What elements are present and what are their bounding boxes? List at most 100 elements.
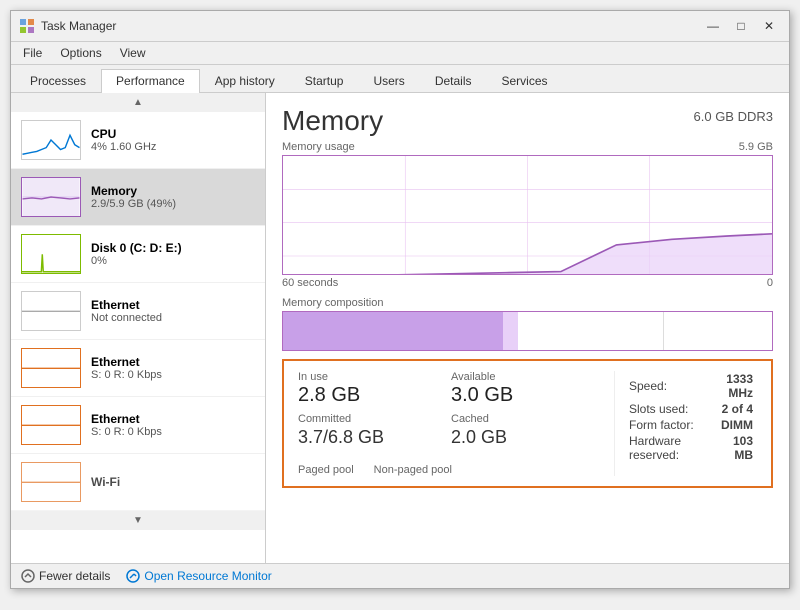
scroll-up-arrow[interactable]: ▲ [11,93,265,112]
tab-users[interactable]: Users [358,69,419,92]
close-button[interactable]: ✕ [757,17,781,35]
available-label: Available [451,371,604,383]
disk-sub: 0% [91,255,255,267]
comp-modified [503,312,518,350]
sidebar-item-ethernet1[interactable]: Ethernet Not connected [11,283,265,340]
memory-composition-section: Memory composition [282,297,773,351]
comp-in-use [283,312,503,350]
fewer-details-button[interactable]: Fewer details [21,569,110,583]
chart-time-row: 60 seconds 0 [282,277,773,289]
tab-performance[interactable]: Performance [101,69,200,93]
cached-value: 2.0 GB [451,425,604,450]
ethernet2-name: Ethernet [91,355,255,369]
disk-thumbnail [21,234,81,274]
in-use-label: In use [298,371,451,383]
stat-right: Speed: 1333 MHz Slots used: 2 of 4 Form … [614,371,757,476]
ethernet2-info: Ethernet S: 0 R: 0 Kbps [91,355,255,381]
sidebar-item-cpu[interactable]: CPU 4% 1.60 GHz [11,112,265,169]
stat-cached: Cached 2.0 GB [451,413,604,450]
memory-usage-label: Memory usage [282,141,355,153]
sidebar: ▲ CPU 4% 1.60 GHz [11,93,266,563]
title-bar-left: Task Manager [19,18,116,34]
speed-value: 1333 MHz [707,371,757,401]
panel-title: Memory [282,105,383,137]
ethernet1-name: Ethernet [91,298,255,312]
scroll-down-arrow[interactable]: ▼ [11,511,265,530]
sidebar-item-memory[interactable]: Memory 2.9/5.9 GB (49%) [11,169,265,226]
composition-bar [282,311,773,351]
main-panel: Memory 6.0 GB DDR3 Memory usage 5.9 GB [266,93,789,563]
available-value: 3.0 GB [451,383,604,407]
ethernet1-info: Ethernet Not connected [91,298,255,324]
resource-monitor-label: Open Resource Monitor [144,569,271,583]
content-area: ▲ CPU 4% 1.60 GHz [11,93,789,563]
chart-label-row: Memory usage 5.9 GB [282,141,773,153]
cpu-thumbnail [21,120,81,160]
ethernet3-sub: S: 0 R: 0 Kbps [91,426,255,438]
cached-label: Cached [451,413,604,425]
resource-monitor-icon [126,569,140,583]
speed-label: Speed: [625,371,707,401]
app-icon [19,18,35,34]
stat-pools: Paged pool Non-paged pool [298,460,604,476]
open-resource-monitor-button[interactable]: Open Resource Monitor [126,569,271,583]
tab-app-history[interactable]: App history [200,69,290,92]
tab-bar: Processes Performance App history Startu… [11,65,789,93]
right-stats-table: Speed: 1333 MHz Slots used: 2 of 4 Form … [625,371,757,463]
stat-committed: Committed 3.7/6.8 GB [298,413,451,450]
ethernet3-info: Ethernet S: 0 R: 0 Kbps [91,412,255,438]
bottom-bar: Fewer details Open Resource Monitor [11,563,789,588]
title-bar: Task Manager — □ ✕ [11,11,789,42]
memory-usage-chart-section: Memory usage 5.9 GB [282,141,773,289]
memory-sub: 2.9/5.9 GB (49%) [91,198,255,210]
tab-startup[interactable]: Startup [290,69,359,92]
menu-bar: File Options View [11,42,789,65]
slots-label: Slots used: [625,401,707,417]
chart-time-left: 60 seconds [282,277,338,289]
cpu-sub: 4% 1.60 GHz [91,141,255,153]
memory-thumbnail [21,177,81,217]
hw-reserved-value: 103 MB [707,433,757,463]
fewer-details-icon [21,569,35,583]
stats-box: In use 2.8 GB Available 3.0 GB Speed: 13… [282,359,773,488]
composition-label: Memory composition [282,297,773,309]
cpu-info: CPU 4% 1.60 GHz [91,127,255,153]
tab-services[interactable]: Services [487,69,563,92]
committed-label: Committed [298,413,451,425]
wifi-info: Wi-Fi [91,475,255,489]
sidebar-item-disk[interactable]: Disk 0 (C: D: E:) 0% [11,226,265,283]
memory-name: Memory [91,184,255,198]
memory-info: Memory 2.9/5.9 GB (49%) [91,184,255,210]
panel-header: Memory 6.0 GB DDR3 [282,105,773,137]
menu-options[interactable]: Options [52,44,109,62]
memory-usage-chart [282,155,773,275]
fewer-details-label: Fewer details [39,569,110,583]
ethernet2-sub: S: 0 R: 0 Kbps [91,369,255,381]
sidebar-item-ethernet3[interactable]: Ethernet S: 0 R: 0 Kbps [11,397,265,454]
wifi-thumbnail [21,462,81,502]
tab-details[interactable]: Details [420,69,487,92]
paged-pool-label: Paged pool [298,464,354,476]
form-label: Form factor: [625,417,707,433]
stat-available: Available 3.0 GB [451,371,604,407]
stat-in-use: In use 2.8 GB [298,371,451,407]
ethernet3-name: Ethernet [91,412,255,426]
title-controls: — □ ✕ [701,17,781,35]
minimize-button[interactable]: — [701,17,725,35]
chart-time-right: 0 [767,277,773,289]
memory-usage-value: 5.9 GB [739,141,773,153]
menu-view[interactable]: View [112,44,154,62]
tab-processes[interactable]: Processes [15,69,101,92]
hw-reserved-label: Hardware reserved: [625,433,707,463]
committed-value: 3.7/6.8 GB [298,425,451,450]
maximize-button[interactable]: □ [729,17,753,35]
pool-row: Paged pool Non-paged pool [298,464,604,476]
slots-value: 2 of 4 [707,401,757,417]
task-manager-window: Task Manager — □ ✕ File Options View Pro… [10,10,790,589]
wifi-name: Wi-Fi [91,475,255,489]
sidebar-item-wifi[interactable]: Wi-Fi [11,454,265,511]
sidebar-item-ethernet2[interactable]: Ethernet S: 0 R: 0 Kbps [11,340,265,397]
window-title: Task Manager [41,19,116,33]
disk-name: Disk 0 (C: D: E:) [91,241,255,255]
menu-file[interactable]: File [15,44,50,62]
